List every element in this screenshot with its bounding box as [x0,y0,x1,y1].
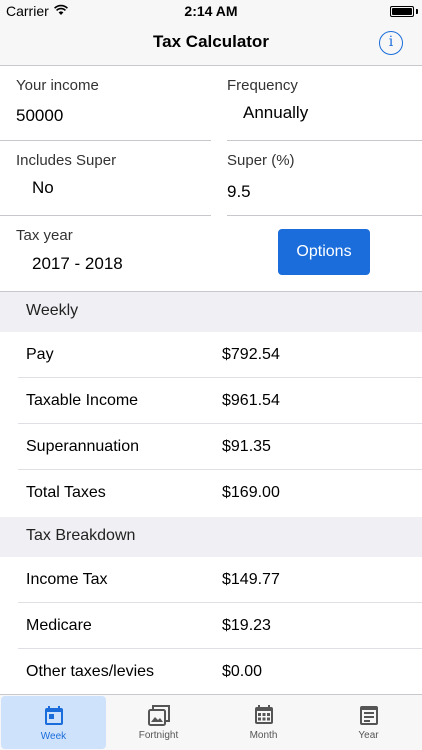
calendar-month-icon [254,705,273,724]
row-label: Medicare [26,617,92,634]
tax-year-field[interactable]: Tax year 2017 - 2018 [16,227,206,287]
status-bar: Carrier 2:14 AM [0,0,422,22]
section-header-tax-breakdown: Tax Breakdown [0,517,422,557]
tab-fortnight[interactable]: Fortnight [106,695,211,750]
row-label: Taxable Income [26,392,139,409]
income-field[interactable]: Your income 50000 [16,77,206,137]
table-row: Taxable Income $961.54 [0,378,422,424]
frequency-value[interactable]: Annually [243,103,308,123]
tab-label: Year [358,730,379,741]
options-button[interactable]: Options [278,229,370,275]
tab-label: Month [249,730,278,741]
tab-week[interactable]: Week [1,696,106,749]
frequency-label: Frequency [227,77,298,94]
tab-bar: Week Fortnight Month Year [0,694,422,750]
row-value: $19.23 [222,617,271,634]
battery-tip [416,9,418,14]
tab-label: Week [40,731,67,742]
row-value: $792.54 [222,346,280,363]
row-label: Income Tax [26,571,108,588]
row-label: Superannuation [26,438,139,455]
includes-super-field[interactable]: Includes Super No [16,152,206,212]
table-row: Income Tax $149.77 [0,557,422,603]
income-label: Your income [16,77,99,94]
frequency-field[interactable]: Frequency Annually [227,77,417,137]
results-list[interactable]: Weekly Pay $792.54 Taxable Income $961.5… [0,291,422,694]
divider [0,140,211,141]
super-percent-label: Super (%) [227,152,295,169]
row-value: $149.77 [222,571,280,588]
page-title: Tax Calculator [153,32,269,51]
table-row: Other taxes/levies $0.00 [0,649,422,695]
input-form: Your income 50000 Frequency Annually Inc… [0,66,422,291]
divider [227,140,422,141]
tab-year[interactable]: Year [316,695,421,750]
divider [227,215,422,216]
row-label: Pay [26,346,54,363]
row-value: $0.00 [222,663,263,680]
super-percent-field[interactable]: Super (%) 9.5 [227,152,417,212]
tab-month[interactable]: Month [211,695,316,750]
table-row: Superannuation $91.35 [0,424,422,470]
battery-icon [390,6,414,17]
tax-year-value[interactable]: 2017 - 2018 [32,254,123,274]
super-percent-value[interactable]: 9.5 [227,182,251,202]
nav-bar: Tax Calculator i [0,22,422,66]
table-row: Medicare $19.23 [0,603,422,649]
tax-year-label: Tax year [16,227,73,244]
row-label: Total Taxes [26,484,106,501]
row-value: $961.54 [222,392,280,409]
calendar-day-icon [44,706,63,725]
divider [0,215,211,216]
section-header-weekly: Weekly [0,292,422,332]
table-row: Pay $792.54 [0,332,422,378]
calendar-year-icon [359,706,378,725]
table-row: Total Taxes $169.00 [0,470,422,516]
row-value: $169.00 [222,484,280,501]
row-value: $91.35 [222,438,271,455]
calendar-stack-icon [147,705,170,726]
status-time: 2:14 AM [184,3,238,19]
includes-super-value[interactable]: No [32,178,54,198]
info-icon[interactable]: i [379,31,403,55]
income-value[interactable]: 50000 [16,106,63,126]
row-label: Other taxes/levies [26,663,155,680]
includes-super-label: Includes Super [16,152,117,169]
tab-label: Fortnight [138,730,179,741]
